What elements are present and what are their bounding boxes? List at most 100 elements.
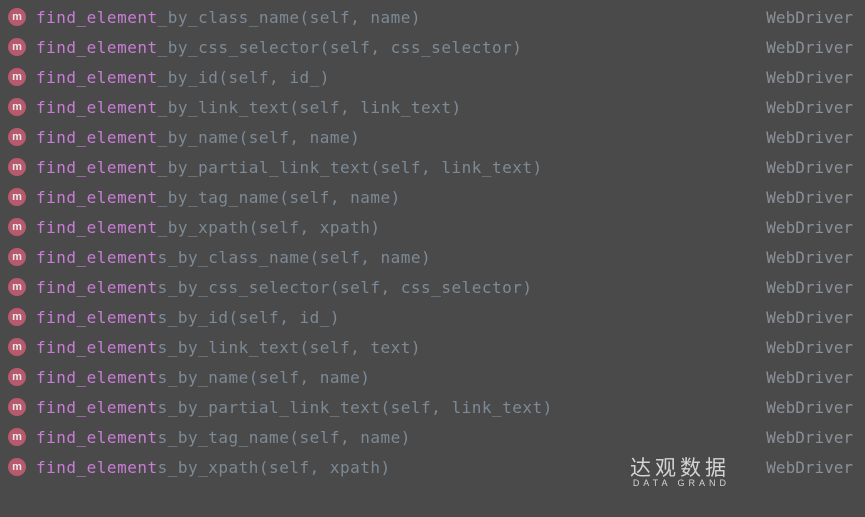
method-icon: m <box>8 458 26 476</box>
completion-item[interactable]: m find_element_by_link_text(self, link_te… <box>0 92 865 122</box>
class-label: WebDriver <box>766 98 853 117</box>
class-label: WebDriver <box>766 188 853 207</box>
method-rest: s_by_name(self, name) <box>158 368 371 387</box>
completion-item[interactable]: m find_elements_by_link_text(self, text)W… <box>0 332 865 362</box>
method-icon-letter: m <box>12 221 22 233</box>
method-icon-letter: m <box>12 401 22 413</box>
class-label: WebDriver <box>766 458 853 477</box>
method-rest: _by_id(self, id_) <box>158 68 330 87</box>
method-highlight: find_element <box>36 428 158 447</box>
method-icon-letter: m <box>12 41 22 53</box>
method-signature: find_elements_by_tag_name(self, name) <box>36 428 857 447</box>
method-icon: m <box>8 308 26 326</box>
method-icon-letter: m <box>12 311 22 323</box>
method-signature: find_elements_by_partial_link_text(self,… <box>36 398 857 417</box>
class-label: WebDriver <box>766 368 853 387</box>
class-label: WebDriver <box>766 248 853 267</box>
method-icon: m <box>8 188 26 206</box>
method-icon: m <box>8 158 26 176</box>
method-highlight: find_element <box>36 368 158 387</box>
method-rest: _by_css_selector(self, css_selector) <box>158 38 523 57</box>
method-icon: m <box>8 8 26 26</box>
completion-item[interactable]: mfind_element_by_tag_name(self, name)Web… <box>0 182 865 212</box>
method-icon-letter: m <box>12 341 22 353</box>
method-highlight: find_element <box>36 38 158 57</box>
method-icon-letter: m <box>12 461 22 473</box>
class-label: WebDriver <box>766 308 853 327</box>
completion-item[interactable]: m find_elements_by_class_name(self, name)… <box>0 242 865 272</box>
method-signature: find_element_by_xpath(self, xpath) <box>36 218 857 237</box>
method-signature: find_elements_by_class_name(self, name) <box>36 248 857 267</box>
method-highlight: find_element <box>36 8 158 27</box>
method-icon: m <box>8 398 26 416</box>
method-icon: m <box>8 338 26 356</box>
class-label: WebDriver <box>766 38 853 57</box>
completion-item[interactable]: mfind_element_by_class_name(self, name)W… <box>0 2 865 32</box>
autocomplete-list: mfind_element_by_class_name(self, name)W… <box>0 0 865 484</box>
method-signature: find_element_by_name(self, name) <box>36 128 857 147</box>
method-icon-letter: m <box>12 251 22 263</box>
method-highlight: find_element <box>36 128 158 147</box>
method-highlight: find_element <box>36 188 158 207</box>
completion-item[interactable]: mfind_elements_by_tag_name(self, name)We… <box>0 422 865 452</box>
method-icon: m <box>8 68 26 86</box>
method-icon-letter: m <box>12 11 22 23</box>
method-icon-letter: m <box>12 371 22 383</box>
completion-item[interactable]: m find_element_by_partial_link_text(self,… <box>0 152 865 182</box>
completion-item[interactable]: mfind_element_by_xpath(self, xpath)WebDr… <box>0 212 865 242</box>
method-signature: find_element_by_link_text(self, link_tex… <box>36 98 857 117</box>
method-signature: find_element_by_css_selector(self, css_s… <box>36 38 857 57</box>
method-icon: m <box>8 368 26 386</box>
completion-item[interactable]: mfind_elements_by_id(self, id_)WebDriver <box>0 302 865 332</box>
method-highlight: find_element <box>36 398 158 417</box>
completion-item[interactable]: mfind_element_by_name(self, name)WebDriv… <box>0 122 865 152</box>
class-label: WebDriver <box>766 158 853 177</box>
method-rest: _by_class_name(self, name) <box>158 8 421 27</box>
class-label: WebDriver <box>766 68 853 87</box>
method-icon: m <box>8 248 26 266</box>
completion-item[interactable]: mfind_elements_by_name(self, name)WebDri… <box>0 362 865 392</box>
method-rest: s_by_class_name(self, name) <box>158 248 432 267</box>
method-icon-letter: m <box>12 191 22 203</box>
method-icon-letter: m <box>12 281 22 293</box>
method-signature: find_element_by_class_name(self, name) <box>36 8 857 27</box>
method-signature: find_elements_by_xpath(self, xpath) <box>36 458 857 477</box>
method-rest: s_by_xpath(self, xpath) <box>158 458 391 477</box>
class-label: WebDriver <box>766 428 853 447</box>
method-highlight: find_element <box>36 458 158 477</box>
method-highlight: find_element <box>36 68 158 87</box>
completion-item[interactable]: m find_elements_by_css_selector(self, css… <box>0 272 865 302</box>
method-icon: m <box>8 98 26 116</box>
method-signature: find_element_by_partial_link_text(self, … <box>36 158 857 177</box>
method-signature: find_elements_by_link_text(self, text) <box>36 338 857 357</box>
method-rest: _by_name(self, name) <box>158 128 361 147</box>
method-rest: _by_xpath(self, xpath) <box>158 218 381 237</box>
completion-item[interactable]: mfind_elements_by_xpath(self, xpath)WebD… <box>0 452 865 482</box>
method-icon-letter: m <box>12 431 22 443</box>
method-icon: m <box>8 38 26 56</box>
method-highlight: find_element <box>36 98 158 117</box>
method-highlight: find_element <box>36 218 158 237</box>
method-icon: m <box>8 428 26 446</box>
method-rest: s_by_css_selector(self, css_selector) <box>158 278 533 297</box>
class-label: WebDriver <box>766 8 853 27</box>
method-highlight: find_element <box>36 248 158 267</box>
method-rest: s_by_tag_name(self, name) <box>158 428 411 447</box>
method-signature: find_elements_by_name(self, name) <box>36 368 857 387</box>
class-label: WebDriver <box>766 338 853 357</box>
method-rest: s_by_link_text(self, text) <box>158 338 421 357</box>
method-icon: m <box>8 128 26 146</box>
method-signature: find_element_by_id(self, id_) <box>36 68 857 87</box>
method-icon: m <box>8 278 26 296</box>
method-highlight: find_element <box>36 308 158 327</box>
method-highlight: find_element <box>36 278 158 297</box>
method-rest: s_by_id(self, id_) <box>158 308 340 327</box>
completion-item[interactable]: mfind_element_by_id(self, id_)WebDriver <box>0 62 865 92</box>
method-rest: _by_partial_link_text(self, link_text) <box>158 158 543 177</box>
completion-item[interactable]: m find_elements_by_partial_link_text(self… <box>0 392 865 422</box>
method-icon: m <box>8 218 26 236</box>
completion-item[interactable]: m find_element_by_css_selector(self, css_… <box>0 32 865 62</box>
method-signature: find_elements_by_id(self, id_) <box>36 308 857 327</box>
method-icon-letter: m <box>12 101 22 113</box>
method-icon-letter: m <box>12 161 22 173</box>
